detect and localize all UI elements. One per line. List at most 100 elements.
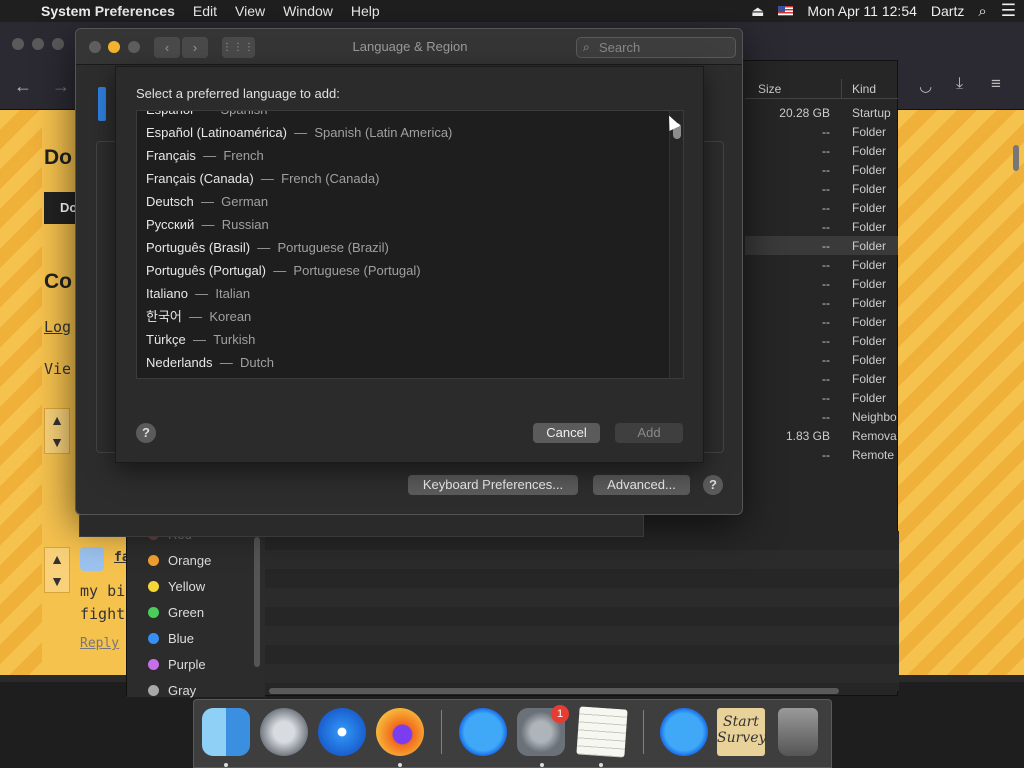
row-size: 1.83 GB <box>785 429 830 443</box>
launchpad-icon[interactable] <box>260 708 308 756</box>
keyboard-preferences-button[interactable]: Keyboard Preferences... <box>408 475 578 495</box>
browser-zoom-button[interactable] <box>52 38 64 50</box>
safari-icon[interactable] <box>318 708 366 756</box>
start-survey-file-icon[interactable]: Start Survey <box>717 708 766 756</box>
row-kind: Startup <box>852 106 891 120</box>
dock-separator <box>441 710 442 754</box>
menu-window[interactable]: Window <box>274 3 342 19</box>
language-list[interactable]: Español — SpanishEspañol (Latinoamérica)… <box>136 110 684 379</box>
language-row[interactable]: Türkçe — Turkish <box>146 328 255 351</box>
table-row[interactable]: -- Folder <box>745 217 898 236</box>
comment-line-2: fight <box>80 605 126 623</box>
language-row[interactable]: Nederlands — Dutch <box>146 351 274 374</box>
sidebar-tag-blue[interactable]: Blue <box>148 629 194 649</box>
table-row[interactable]: -- Folder <box>745 274 898 293</box>
forward-arrow-icon[interactable]: → <box>52 76 70 97</box>
size-column-header[interactable]: Size <box>758 82 781 96</box>
language-row[interactable]: Italiano — Italian <box>146 282 250 305</box>
page-dark-button[interactable]: Do <box>44 192 78 224</box>
table-row[interactable]: -- Folder <box>745 369 898 388</box>
table-row[interactable]: -- Folder <box>745 198 898 217</box>
finder-list-stripes <box>265 531 899 691</box>
row-kind: Folder <box>852 144 887 158</box>
app-menu[interactable]: System Preferences <box>32 3 184 19</box>
table-row[interactable]: -- Folder <box>745 350 898 369</box>
table-row[interactable]: -- Folder <box>745 236 898 255</box>
notification-center-icon[interactable]: ☰ <box>1001 1 1016 21</box>
table-row[interactable]: -- Folder <box>745 331 898 350</box>
browser-minimize-button[interactable] <box>32 38 44 50</box>
menu-extras: ⏏ Mon Apr 11 12:54 Dartz ⌕ ☰ <box>751 0 1016 22</box>
textedit-icon[interactable] <box>576 706 628 758</box>
language-row[interactable]: 한국어 — Korean <box>146 305 251 328</box>
cancel-button[interactable]: Cancel <box>533 423 600 443</box>
table-row[interactable]: -- Neighbo <box>745 407 898 426</box>
language-separator: — <box>219 355 233 370</box>
advanced-button[interactable]: Advanced... <box>593 475 690 495</box>
us-flag-input-icon[interactable] <box>778 6 794 16</box>
preferences-titlebar: ‹ › ⋮⋮⋮ Language & Region ⌕ Search <box>76 29 742 65</box>
upvote-icon[interactable]: ▲ <box>50 551 64 567</box>
sidebar-tag-purple[interactable]: Purple <box>148 655 206 675</box>
app-store-icon[interactable] <box>459 708 507 756</box>
menu-edit[interactable]: Edit <box>184 3 226 19</box>
table-row[interactable]: -- Folder <box>745 160 898 179</box>
downvote-icon[interactable]: ▼ <box>50 573 64 589</box>
table-row[interactable]: -- Folder <box>745 388 898 407</box>
table-row[interactable]: -- Folder <box>745 179 898 198</box>
sidebar-tag-gray[interactable]: Gray <box>148 681 196 701</box>
help-button[interactable]: ? <box>703 475 723 495</box>
back-arrow-icon[interactable]: ← <box>14 76 32 97</box>
sidebar-tag-orange[interactable]: Orange <box>148 551 211 571</box>
language-row[interactable]: Deutsch — German <box>146 190 268 213</box>
menu-view[interactable]: View <box>226 3 274 19</box>
finder-icon[interactable] <box>202 708 250 756</box>
table-row[interactable]: 20.28 GB Startup <box>745 103 898 122</box>
language-row[interactable]: Русский — Russian <box>146 213 269 236</box>
spotlight-search-icon[interactable]: ⌕ <box>978 3 986 20</box>
table-row[interactable]: -- Folder <box>745 122 898 141</box>
language-row[interactable]: Français — French <box>146 144 264 167</box>
table-row[interactable]: 1.83 GB Remova <box>745 426 898 445</box>
browser-scrollbar-thumb[interactable] <box>1013 145 1019 171</box>
pocket-icon[interactable]: ◡ <box>919 77 932 95</box>
app-store-downloads-icon[interactable] <box>660 708 708 756</box>
download-icon[interactable]: ⤓ <box>956 75 963 93</box>
language-row[interactable]: Português (Brasil) — Portuguese (Brazil) <box>146 236 389 259</box>
row-size: -- <box>822 353 830 367</box>
firefox-icon[interactable] <box>376 708 424 756</box>
language-row[interactable]: Français (Canada) — French (Canada) <box>146 167 379 190</box>
add-button[interactable]: Add <box>615 423 683 443</box>
sidebar-tag-yellow[interactable]: Yellow <box>148 577 205 597</box>
list-scrollbar-track[interactable] <box>669 111 683 378</box>
login-link[interactable]: Log <box>44 318 71 336</box>
sheet-help-button[interactable]: ? <box>136 423 156 443</box>
downvote-icon[interactable]: ▼ <box>50 434 64 450</box>
finder-hscrollbar[interactable] <box>269 688 839 694</box>
row-size: -- <box>822 125 830 139</box>
language-separator: — <box>294 125 308 140</box>
trash-icon[interactable] <box>778 708 818 756</box>
hamburger-menu-icon[interactable]: ≡ <box>991 74 1001 94</box>
eject-icon[interactable]: ⏏ <box>751 3 764 20</box>
table-row[interactable]: -- Remote <box>745 445 898 464</box>
reply-link[interactable]: Reply <box>80 636 119 651</box>
browser-close-button[interactable] <box>12 38 24 50</box>
menu-user[interactable]: Dartz <box>931 3 964 19</box>
table-row[interactable]: -- Folder <box>745 141 898 160</box>
menu-clock[interactable]: Mon Apr 11 12:54 <box>807 3 916 19</box>
language-row[interactable]: Español (Latinoamérica) — Spanish (Latin… <box>146 121 452 144</box>
sidebar-tag-green[interactable]: Green <box>148 603 204 623</box>
upvote-icon[interactable]: ▲ <box>50 412 64 428</box>
menu-help[interactable]: Help <box>342 3 389 19</box>
language-separator: — <box>200 194 214 209</box>
table-row[interactable]: -- Folder <box>745 255 898 274</box>
search-field[interactable]: ⌕ Search <box>576 37 736 58</box>
language-row[interactable]: Español — Spanish <box>146 111 267 121</box>
finder-sidebar-scrollbar[interactable] <box>254 537 260 667</box>
table-row[interactable]: -- Folder <box>745 293 898 312</box>
table-row[interactable]: -- Folder <box>745 312 898 331</box>
kind-column-header[interactable]: Kind <box>852 82 876 96</box>
row-size: -- <box>822 391 830 405</box>
language-row[interactable]: Português (Portugal) — Portuguese (Portu… <box>146 259 421 282</box>
